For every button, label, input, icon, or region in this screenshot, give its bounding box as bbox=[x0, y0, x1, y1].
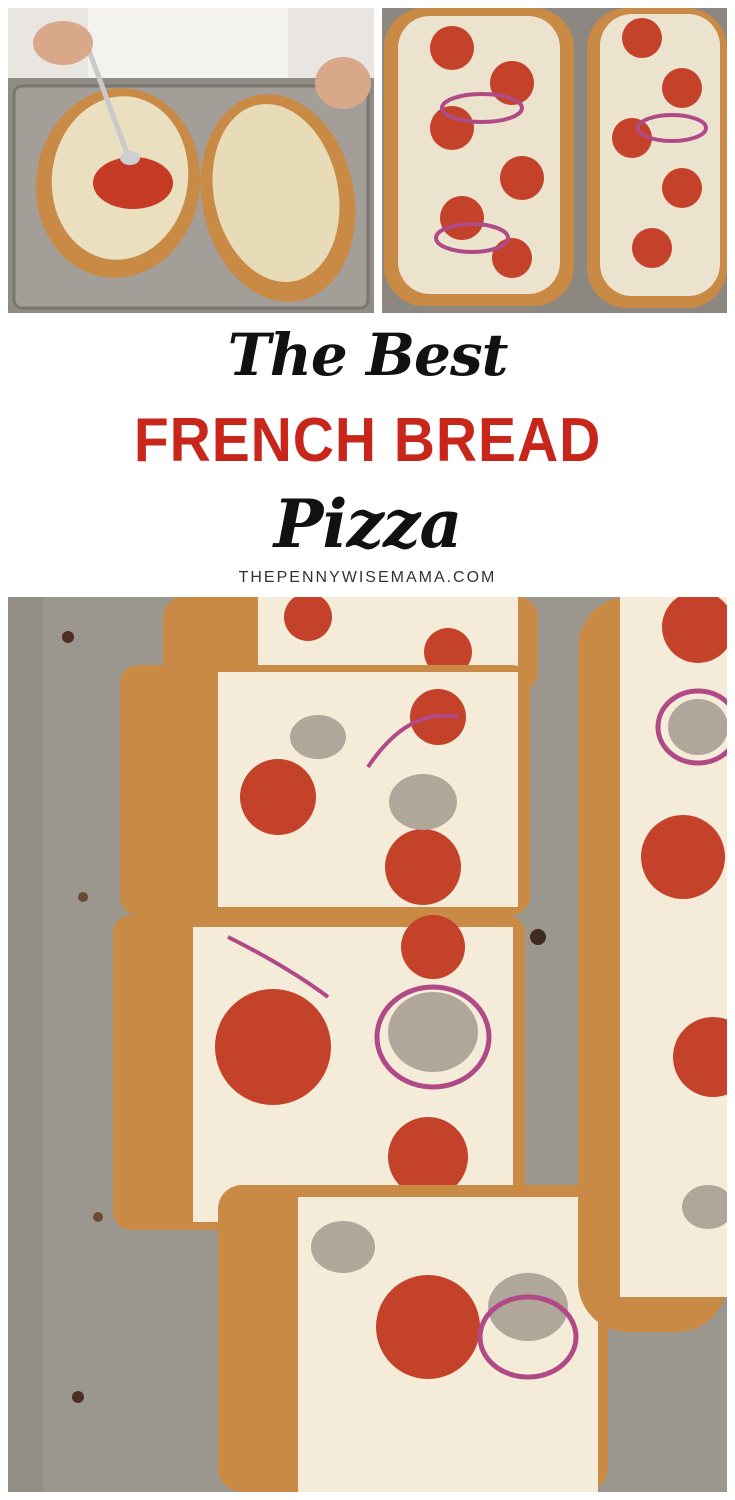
photo-sliced-pizza-art bbox=[8, 597, 727, 1492]
website-credit: THEPENNYWISEMAMA.COM bbox=[238, 569, 497, 586]
title-block: The Best FRENCH BREAD Pizza THEPENNYWISE… bbox=[0, 313, 735, 597]
title-line-pizza: Pizza bbox=[273, 485, 462, 563]
title-line-the-best: The Best bbox=[227, 321, 509, 389]
photo-spreading-sauce bbox=[8, 8, 374, 313]
photo-topped-loaves bbox=[382, 8, 727, 313]
photo-spreading-sauce-art bbox=[8, 8, 374, 313]
photo-topped-loaves-art bbox=[382, 8, 727, 313]
title-line-french-bread: FRENCH BREAD bbox=[133, 406, 602, 475]
photo-sliced-pizza bbox=[8, 597, 727, 1492]
